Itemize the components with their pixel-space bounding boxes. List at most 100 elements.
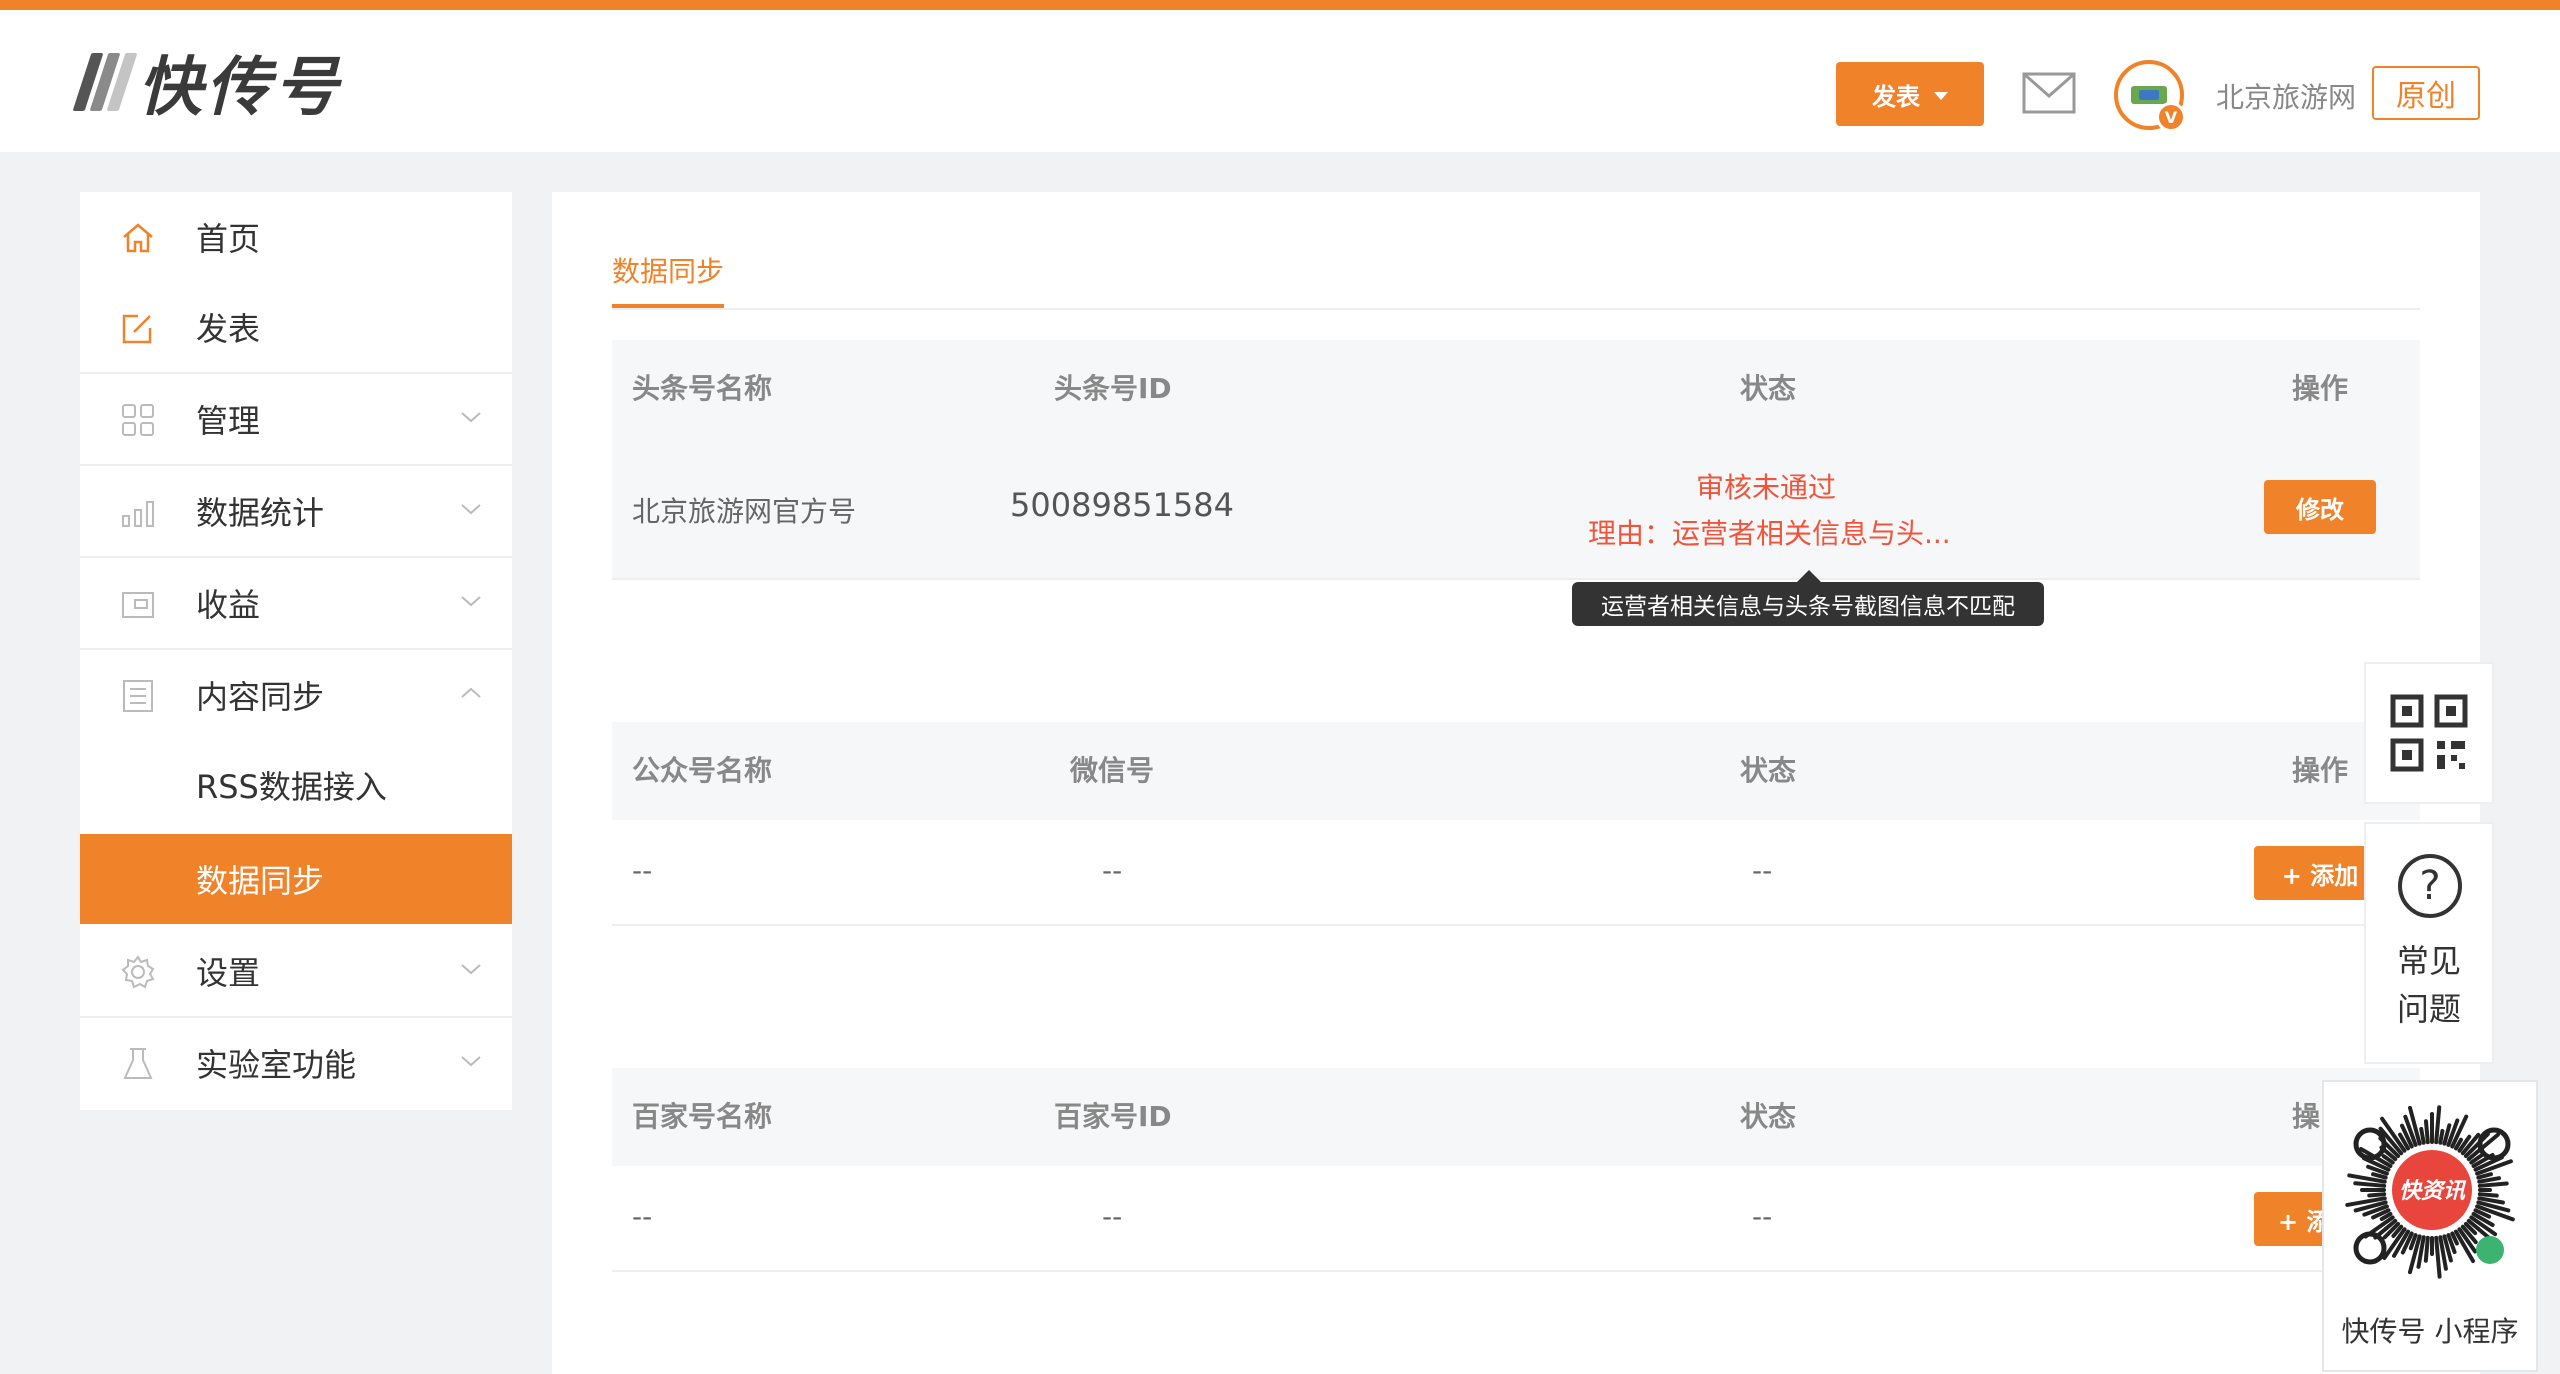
edit-icon [122, 314, 152, 344]
faq-label-line2: 问题 [2396, 990, 2461, 1028]
chevron-down-icon [461, 1056, 481, 1067]
sidebar-item-label: 首页 [196, 220, 261, 258]
table-header: 头条号名称 头条号ID 状态 操作 [612, 340, 2420, 438]
column-header: 操作 [2292, 754, 2349, 787]
mini-program-card[interactable]: 快资讯 快传号 小程序 [2322, 1080, 2538, 1372]
toutiao-table: 头条号名称 头条号ID 状态 操作 北京旅游网官方号 50089851584 审… [612, 340, 2420, 580]
code-ray [2476, 1172, 2493, 1180]
sidebar-item-data-sync[interactable]: 数据同步 [80, 834, 512, 924]
table-header: 百家号名称 百家号ID 状态 操 [612, 1068, 2420, 1166]
sidebar-item-revenue[interactable]: 收益 [80, 558, 512, 648]
column-header: 头条号ID [1054, 372, 1172, 405]
status-cell: -- [1752, 854, 1773, 887]
chevron-down-icon [461, 412, 481, 423]
sidebar-item-label: RSS数据接入 [196, 768, 387, 806]
account-name-cell: 北京旅游网官方号 [632, 495, 857, 528]
status-text: 审核未通过 [1696, 471, 1837, 504]
sidebar: 首页 发表 管理 数据统计 收益 内容同步 RSS数据接入 数据同步 设置 实验… [80, 192, 512, 1110]
sidebar-item-publish[interactable]: 发表 [80, 282, 512, 372]
bar-chart-icon [122, 501, 154, 527]
code-ray [2353, 1181, 2387, 1188]
qr-code-icon [2390, 694, 2468, 772]
column-header: 头条号名称 [632, 372, 773, 405]
publish-dropdown-button[interactable]: 发表 [1836, 62, 1984, 126]
code-ray [2438, 1128, 2445, 1145]
chevron-down-icon [461, 504, 481, 515]
mini-program-label: 快传号 小程序 [2341, 1315, 2519, 1348]
column-header: 状态 [1740, 372, 1797, 405]
wallet-icon [122, 592, 154, 618]
sidebar-item-manage[interactable]: 管理 [80, 374, 512, 464]
document-list-icon [123, 680, 153, 712]
sidebar-item-rss-import[interactable]: RSS数据接入 [80, 740, 512, 830]
table-row: -- -- -- + 添 [612, 1166, 2420, 1272]
sidebar-item-statistics[interactable]: 数据统计 [80, 466, 512, 556]
column-header: 公众号名称 [632, 754, 773, 787]
edit-button[interactable]: 修改 [2264, 480, 2376, 534]
sidebar-item-label: 收益 [196, 586, 261, 624]
verified-badge: V [2156, 102, 2186, 132]
code-ray [2367, 1192, 2387, 1198]
qr-code-button[interactable] [2364, 662, 2494, 804]
code-ray [2477, 1192, 2499, 1198]
original-badge[interactable]: 原创 [2372, 66, 2480, 120]
table-row: 北京旅游网官方号 50089851584 审核未通过 理由：运营者相关信息与头.… [612, 438, 2420, 580]
sidebar-item-label: 数据统计 [196, 494, 325, 532]
sidebar-item-label: 设置 [196, 954, 261, 992]
sidebar-item-label: 内容同步 [196, 678, 325, 716]
sidebar-item-settings[interactable]: 设置 [80, 926, 512, 1016]
code-ray [2423, 1235, 2430, 1263]
table-header: 公众号名称 微信号 状态 操作 [612, 722, 2420, 820]
code-ray [2477, 1181, 2509, 1188]
tooltip-arrow [1797, 570, 1821, 582]
avatar-image [2131, 86, 2167, 104]
account-id-cell: -- [1102, 1200, 1123, 1233]
code-ray [2371, 1172, 2388, 1180]
tab-divider [612, 308, 2420, 310]
column-header: 操 [2292, 1100, 2321, 1133]
question-circle-icon: ? [2398, 854, 2462, 918]
tab-data-sync[interactable]: 数据同步 [612, 250, 725, 308]
account-name-cell: -- [632, 1200, 653, 1233]
chevron-down-icon [461, 964, 481, 975]
kuaichuanhao-logo[interactable]: 快传号 [72, 44, 342, 125]
column-header: 状态 [1740, 1100, 1797, 1133]
account-name[interactable]: 北京旅游网 [2216, 76, 2356, 116]
grid-icon [122, 404, 154, 436]
mail-icon[interactable] [2022, 72, 2076, 114]
chevron-down-icon [461, 596, 481, 607]
faq-label-line1: 常见 [2396, 942, 2461, 980]
account-id-cell: -- [1102, 854, 1123, 887]
column-header: 微信号 [1070, 754, 1155, 787]
sidebar-item-lab[interactable]: 实验室功能 [80, 1018, 512, 1108]
logo-text: 快传号 [138, 50, 342, 125]
sidebar-item-content-sync[interactable]: 内容同步 [80, 650, 512, 740]
column-header: 操作 [2292, 372, 2349, 405]
sidebar-item-label: 实验室功能 [196, 1046, 357, 1084]
sidebar-item-label: 发表 [196, 310, 261, 348]
code-ray [2434, 1235, 2442, 1279]
sidebar-item-label: 管理 [196, 402, 261, 440]
home-icon [123, 223, 153, 253]
wechat-table: 公众号名称 微信号 状态 操作 -- -- -- + 添加 [612, 722, 2420, 926]
column-header: 百家号名称 [632, 1100, 773, 1133]
chevron-up-icon [461, 687, 481, 698]
table-row: -- -- -- + 添加 [612, 820, 2420, 926]
logo-bars-icon [72, 53, 138, 111]
sidebar-item-home[interactable]: 首页 [80, 192, 512, 282]
column-header: 状态 [1740, 754, 1797, 787]
rejection-tooltip: 运营者相关信息与头条号截图信息不匹配 [1572, 582, 2044, 626]
account-name-cell: -- [632, 854, 653, 887]
code-ray [2423, 1119, 2430, 1145]
flask-icon [123, 1048, 153, 1079]
caret-down-icon [1934, 91, 1948, 100]
gear-icon [121, 955, 155, 989]
publish-label: 发表 [1872, 82, 1920, 111]
mini-program-code-icon: 快资讯 [2345, 1105, 2515, 1279]
faq-button[interactable]: ? 常见 问题 [2364, 822, 2494, 1064]
top-header: 快传号 发表 V 北京旅游网 原创 [0, 0, 2560, 152]
rejection-reason[interactable]: 理由：运营者相关信息与头... [1588, 512, 1951, 552]
baijia-table: 百家号名称 百家号ID 状态 操 -- -- -- + 添 [612, 1068, 2420, 1272]
main-panel: 数据同步 头条号名称 头条号ID 状态 操作 北京旅游网官方号 50089851… [552, 192, 2480, 1374]
code-ray [2477, 1176, 2501, 1184]
